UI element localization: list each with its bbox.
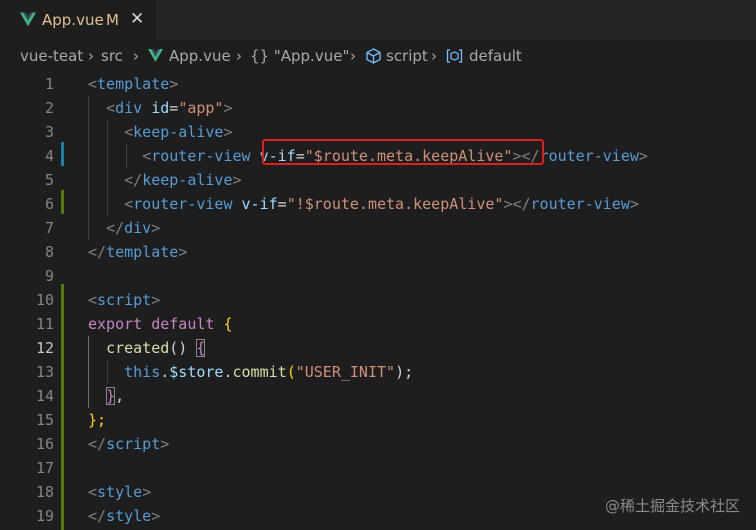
code-text: <div id="app"> <box>106 99 233 117</box>
line-number: 7 <box>44 219 54 237</box>
code-line: 13 this.$store.commit("USER_INIT"); <box>0 360 756 384</box>
line-number: 6 <box>44 195 54 213</box>
code-line: 9 <box>0 264 756 288</box>
code-line: 8 </template> <box>0 240 756 264</box>
code-text: export default { <box>88 315 233 333</box>
variable-icon <box>446 49 463 63</box>
code-text: </script> <box>88 435 170 453</box>
line-number: 17 <box>35 459 54 477</box>
editor-tab-bar: App.vue M ✕ <box>0 0 756 40</box>
matching-bracket: { <box>196 339 206 357</box>
breadcrumb: vue-teat › src › App.vue › {} "App.vue" … <box>0 40 756 72</box>
code-line: 5 </keep-alive> <box>0 168 756 192</box>
line-number: 9 <box>44 267 54 285</box>
code-line: 17 <box>0 456 756 480</box>
code-line: 2 <div id="app"> <box>0 96 756 120</box>
chevron-right-icon: › <box>350 47 356 65</box>
chevron-right-icon: › <box>88 47 94 65</box>
breadcrumb-item-src[interactable]: src <box>101 46 123 66</box>
line-number: 18 <box>35 483 54 501</box>
code-text: </template> <box>88 243 188 261</box>
code-line: 11 export default { <box>0 312 756 336</box>
line-number: 4 <box>44 147 54 165</box>
code-line: 10 <script> <box>0 288 756 312</box>
chevron-right-icon: › <box>236 47 242 65</box>
code-text: <style> <box>88 483 152 501</box>
tab-app-vue[interactable]: App.vue M ✕ <box>0 0 156 40</box>
breadcrumb-item-module[interactable]: {} "App.vue" <box>250 46 349 66</box>
line-number: 19 <box>35 507 54 525</box>
line-number: 5 <box>44 171 54 189</box>
code-text: </div> <box>106 219 161 237</box>
close-icon[interactable]: ✕ <box>130 9 144 29</box>
code-text: <keep-alive> <box>124 123 233 141</box>
breadcrumb-item-app-vue[interactable]: App.vue <box>169 46 231 66</box>
breadcrumb-item-vue-teat[interactable]: vue-teat <box>20 46 83 66</box>
tab-label: App.vue <box>42 11 104 29</box>
line-number: 8 <box>44 243 54 261</box>
cube-icon <box>366 48 381 64</box>
code-text: <template> <box>88 75 179 93</box>
chevron-right-icon: › <box>133 47 139 65</box>
code-line: 1 <template> <box>0 72 756 96</box>
line-number: 14 <box>35 387 54 405</box>
red-highlight-box <box>262 139 544 165</box>
code-line: 16 </script> <box>0 432 756 456</box>
code-line: 6 <router-view v-if="!$route.meta.keepAl… <box>0 192 756 216</box>
code-line-active: 12 created() { <box>0 336 756 360</box>
chevron-right-icon: › <box>431 47 437 65</box>
line-number: 2 <box>44 99 54 117</box>
code-text: }; <box>88 411 107 429</box>
code-text: </style> <box>88 507 161 525</box>
line-number: 15 <box>35 411 54 429</box>
watermark: @稀土掘金技术社区 <box>604 497 740 515</box>
line-number: 10 <box>35 291 54 309</box>
code-text: </keep-alive> <box>124 171 242 189</box>
breadcrumb-item-default[interactable]: default <box>469 46 522 66</box>
line-number: 3 <box>44 123 54 141</box>
modified-indicator: M <box>106 11 119 29</box>
breadcrumb-item-script[interactable]: script <box>386 46 428 66</box>
matching-bracket: } <box>106 387 116 405</box>
code-text: this.$store.commit("USER_INIT"); <box>124 363 414 381</box>
code-line: 14 }, <box>0 384 756 408</box>
code-line: 7 </div> <box>0 216 756 240</box>
code-text: <script> <box>88 291 161 309</box>
code-text: }, <box>106 387 125 405</box>
code-text: created() { <box>106 339 206 357</box>
code-text: <router-view v-if="!$route.meta.keepAliv… <box>124 195 639 213</box>
line-number: 1 <box>44 75 54 93</box>
vue-file-icon <box>20 12 36 27</box>
line-number: 13 <box>35 363 54 381</box>
line-number: 11 <box>35 315 54 333</box>
line-number-active: 12 <box>35 339 54 357</box>
line-number: 16 <box>35 435 54 453</box>
code-line: 15 }; <box>0 408 756 432</box>
vue-file-icon <box>148 49 163 62</box>
